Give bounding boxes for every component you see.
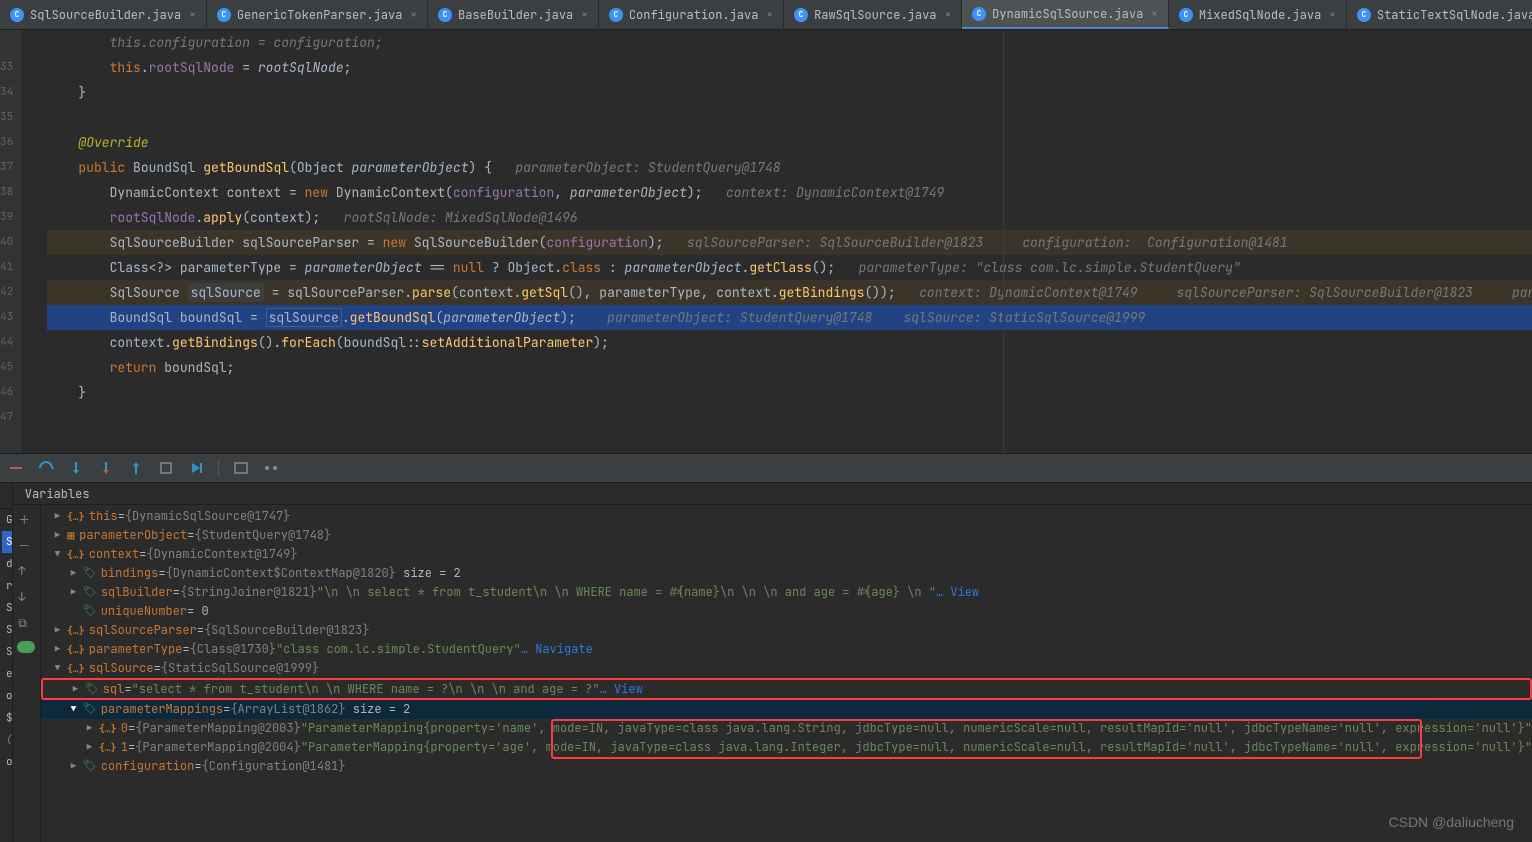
tab-dynamicsqlsource[interactable]: CDynamicSqlSource.java× [962, 0, 1169, 29]
code-line: SqlSource sqlSource = sqlSourceParser.pa… [47, 280, 1532, 305]
tab-configuration[interactable]: CConfiguration.java× [599, 0, 784, 29]
frame-row[interactable]: $PlainMethodInvoke [2, 707, 12, 729]
frames-list[interactable]: G SqlSource (org.apa dStatement (org.ap … [0, 509, 12, 773]
variables-column: Variables ＋ － ↑ ↓ ⧉ ▶{…}this = {DynamicS… [13, 483, 1532, 842]
code-line: return boundSql; [47, 355, 1532, 380]
variable-row[interactable]: ▶{…}1 = {ParameterMapping@2004} "Paramet… [41, 738, 1532, 757]
variable-row[interactable]: 🏷uniqueNumber = 0 [41, 602, 1532, 621]
trace-current-stream-chain-icon[interactable] [263, 460, 279, 476]
editor-tabs: CSqlSourceBuilder.java× CGenericTokenPar… [0, 0, 1532, 30]
close-icon[interactable]: × [410, 8, 417, 22]
run-to-cursor-icon[interactable] [188, 460, 204, 476]
code-line-current: BoundSql boundSql = sqlSource.getBoundSq… [47, 305, 1532, 330]
watermark-text: CSDN @daliucheng [1389, 814, 1515, 830]
code-editor[interactable]: 33 34 35 36 37 38 39 40 41 42 43 44 45 4… [0, 30, 1532, 453]
new-watch-icon[interactable]: ＋ [18, 511, 34, 527]
debug-toolbar [0, 453, 1532, 483]
code-line [47, 405, 1532, 430]
show-execution-point-icon[interactable] [8, 460, 24, 476]
copy-icon[interactable]: ⧉ [18, 615, 34, 631]
variable-row[interactable]: ▶{…}sqlSourceParser = {SqlSourceBuilder@… [41, 621, 1532, 640]
frame-row[interactable]: (org.apache.ibatis.bi [2, 729, 12, 751]
code-line: this.configuration = configuration; [47, 30, 1532, 55]
tab-generictokenparser[interactable]: CGenericTokenParser.java× [207, 0, 428, 29]
code-line: rootSqlNode.apply(context); rootSqlNode:… [47, 205, 1532, 230]
variable-row[interactable]: ▶{…}0 = {ParameterMapping@2003} "Paramet… [41, 719, 1532, 738]
java-class-icon: C [217, 8, 231, 22]
code-line: } [47, 80, 1532, 105]
close-icon[interactable]: × [1329, 8, 1336, 22]
variable-row[interactable]: ▶⊞parameterObject = {StudentQuery@1748} [41, 526, 1532, 545]
frames-header [0, 483, 12, 509]
step-over-icon[interactable] [38, 460, 54, 476]
variable-row[interactable]: ▼{…}sqlSource = {StaticSqlSource@1999} [41, 659, 1532, 678]
force-step-into-icon[interactable] [98, 460, 114, 476]
variable-row[interactable]: ▼{…}context = {DynamicContext@1749} [41, 545, 1532, 564]
frame-row[interactable]: Session (org.apache [2, 597, 12, 619]
code-line: } [47, 380, 1532, 405]
variable-sql-highlighted[interactable]: ▶🏷sql = "select * from t_student\n \n WH… [41, 678, 1532, 700]
frame-row[interactable]: G [2, 509, 12, 531]
code-line: SqlSourceBuilder sqlSourceParser = new S… [47, 230, 1532, 255]
variables-toolbar: ＋ － ↑ ↓ ⧉ [13, 505, 41, 842]
java-class-icon: C [972, 7, 986, 21]
code-line: Class<?> parameterType = parameterObject… [47, 255, 1532, 280]
margin-ruler [1003, 30, 1004, 453]
debug-panel: G SqlSource (org.apa dStatement (org.ap … [0, 483, 1532, 842]
frames-column: G SqlSource (org.apa dStatement (org.ap … [0, 483, 13, 842]
close-icon[interactable]: × [1151, 7, 1158, 21]
tab-statictextsqlnode[interactable]: CStaticTextSqlNode.java× [1347, 0, 1532, 29]
close-icon[interactable]: × [766, 8, 773, 22]
tab-basebuilder[interactable]: CBaseBuilder.java× [428, 0, 599, 29]
variable-row[interactable]: ▶🏷configuration = {Configuration@1481} [41, 757, 1532, 776]
code-line: @Override [47, 130, 1532, 155]
frame-row[interactable]: Session (org.apache [2, 641, 12, 663]
variable-row-selected[interactable]: ▼🏷parameterMappings = {ArrayList@1862} s… [41, 700, 1532, 719]
variables-tab[interactable]: Variables [13, 483, 1532, 505]
java-class-icon: C [609, 8, 623, 22]
frame-row[interactable]: r (org.apache.ibatis. [2, 575, 12, 597]
step-into-icon[interactable] [68, 460, 84, 476]
code-line [47, 105, 1532, 130]
java-class-icon: C [10, 8, 24, 22]
evaluate-expression-icon[interactable] [233, 460, 249, 476]
code-line: DynamicContext context = new DynamicCont… [47, 180, 1532, 205]
java-class-icon: C [438, 8, 452, 22]
code-line: public BoundSql getBoundSql(Object param… [47, 155, 1532, 180]
move-down-icon[interactable]: ↓ [18, 589, 34, 605]
line-gutter: 33 34 35 36 37 38 39 40 41 42 43 44 45 4… [0, 30, 21, 453]
remove-watch-icon[interactable]: － [18, 537, 34, 553]
frame-row[interactable]: Session (org.apache [2, 619, 12, 641]
variable-row[interactable]: ▶🏷bindings = {DynamicContext$ContextMap@… [41, 564, 1532, 583]
variable-row[interactable]: ▶🏷sqlBuilder = {StringJoiner@1821} "\n \… [41, 583, 1532, 602]
frame-row[interactable]: od (org.apache.ibat [2, 685, 12, 707]
java-class-icon: C [1179, 8, 1193, 22]
frame-row[interactable]: oxy4 (com.sun.proxy [2, 751, 12, 773]
frame-row[interactable]: SqlSource (org.apa [2, 531, 12, 553]
code-line: this.rootSqlNode = rootSqlNode; [47, 55, 1532, 80]
variables-tree[interactable]: ▶{…}this = {DynamicSqlSource@1747} ▶⊞par… [41, 505, 1532, 842]
tab-mixedsqlnode[interactable]: CMixedSqlNode.java× [1169, 0, 1347, 29]
show-watches-icon[interactable] [17, 641, 35, 653]
close-icon[interactable]: × [189, 8, 196, 22]
code-area[interactable]: this.configuration = configuration; this… [21, 30, 1532, 453]
step-out-icon[interactable] [128, 460, 144, 476]
frame-row[interactable]: ession (org.apache. [2, 663, 12, 685]
tab-rawsqlsource[interactable]: CRawSqlSource.java× [784, 0, 962, 29]
java-class-icon: C [794, 8, 808, 22]
variable-row[interactable]: ▶{…}parameterType = {Class@1730} "class … [41, 640, 1532, 659]
move-up-icon[interactable]: ↑ [18, 563, 34, 579]
tab-sqlsourcebuilder[interactable]: CSqlSourceBuilder.java× [0, 0, 207, 29]
frame-row[interactable]: dStatement (org.ap [2, 553, 12, 575]
java-class-icon: C [1357, 8, 1371, 22]
variable-row[interactable]: ▶{…}this = {DynamicSqlSource@1747} [41, 507, 1532, 526]
drop-frame-icon[interactable] [158, 460, 174, 476]
close-icon[interactable]: × [944, 8, 951, 22]
code-line: context.getBindings().forEach(boundSql::… [47, 330, 1532, 355]
close-icon[interactable]: × [581, 8, 588, 22]
